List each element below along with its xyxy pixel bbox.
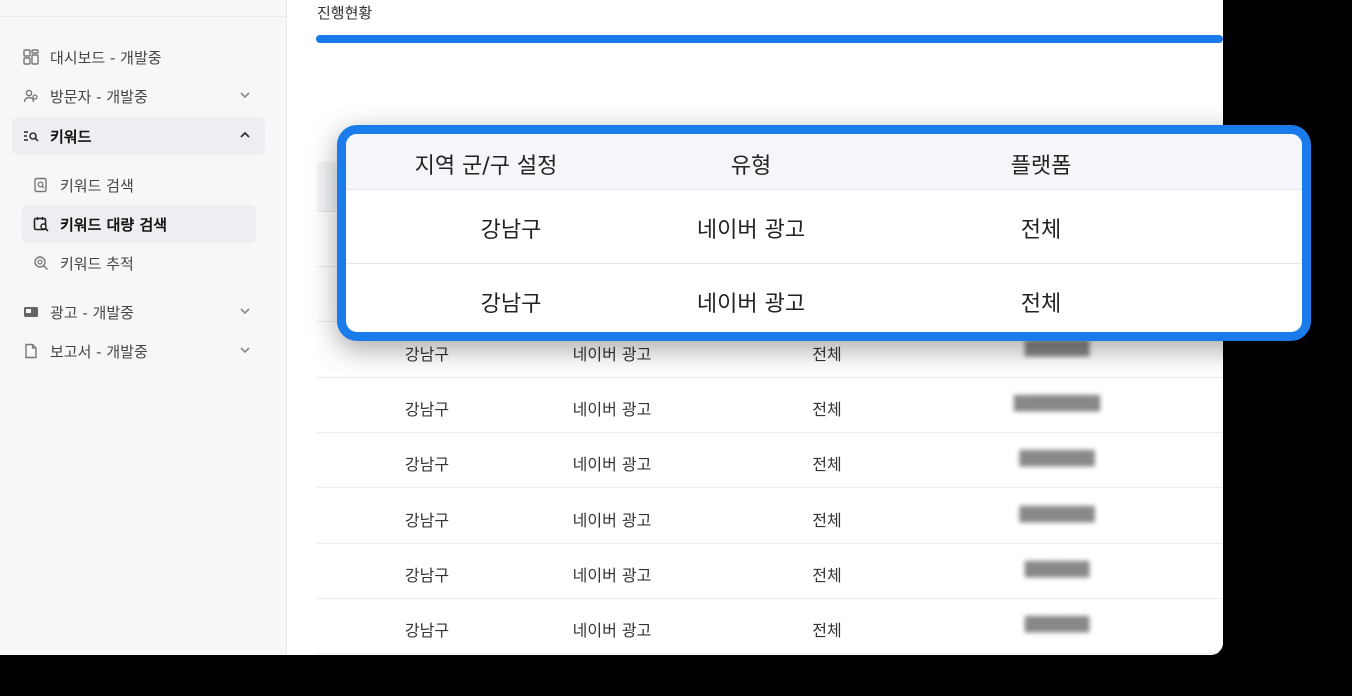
sidebar-item-keyword[interactable]: 키워드 xyxy=(12,117,265,155)
cell-region: 강남구 xyxy=(404,345,450,364)
cell-type: 네이버 광고 xyxy=(572,510,652,530)
dashboard-icon xyxy=(22,48,40,66)
keyword-search-icon xyxy=(22,127,40,145)
sidebar-item-visitors[interactable]: 방문자 - 개발중 xyxy=(12,77,265,115)
zoom-table-row: 강남구 네이버 광고 전체 xyxy=(346,190,1302,264)
sidebar-item-label: 대시보드 - 개발중 xyxy=(50,48,162,67)
cell-type: 네이버 광고 xyxy=(572,455,652,475)
cell-platform: 전체 xyxy=(812,621,842,640)
cell-type: 네이버 광고 xyxy=(572,565,652,585)
cell-region: 강남구 xyxy=(404,621,450,640)
cell-platform: 전체 xyxy=(1020,292,1062,317)
table-row[interactable]: 강남구 네이버 광고 전체 ██████ xyxy=(317,599,1223,654)
cell-region: 강남구 xyxy=(404,455,450,475)
sidebar-item-label: 키워드 xyxy=(50,127,92,146)
table-row[interactable]: 강남구 네이버 광고 전체 ███████ xyxy=(317,433,1223,489)
chevron-up-icon xyxy=(240,131,250,138)
cell-region: 강남구 xyxy=(480,218,542,243)
cell-keyword: ███████ xyxy=(1019,506,1095,523)
document-icon xyxy=(22,342,40,360)
cell-platform: 전체 xyxy=(812,345,842,364)
cell-platform: 전체 xyxy=(812,400,842,420)
zoom-table-header: 지역 군/구 설정 유형 플랫폼 xyxy=(346,134,1302,190)
table-row[interactable]: 강남구 네이버 광고 전체 ███████ xyxy=(317,489,1223,544)
sidebar-subitem-label: 키워드 추적 xyxy=(60,254,134,273)
zoom-table-row: 강남구 네이버 광고 전체 xyxy=(346,264,1302,332)
ad-icon xyxy=(22,303,40,321)
cell-type: 네이버 광고 xyxy=(572,345,652,364)
cell-region: 강남구 xyxy=(404,565,450,585)
cell-platform: 전체 xyxy=(1020,218,1062,243)
sidebar-item-label: 보고서 - 개발중 xyxy=(50,342,148,361)
cell-keyword: ███████ xyxy=(1019,451,1095,468)
sidebar-divider xyxy=(0,16,287,17)
cell-keyword: ██████ xyxy=(1024,341,1090,357)
cell-platform: 전체 xyxy=(812,510,842,530)
header-platform: 플랫폼 xyxy=(1010,154,1072,179)
progress-fill xyxy=(316,35,1223,43)
cell-keyword: ██████ xyxy=(1024,617,1090,633)
sidebar-subitem-keyword-search[interactable]: 키워드 검색 xyxy=(22,166,256,204)
sidebar-item-reports[interactable]: 보고서 - 개발중 xyxy=(12,332,265,370)
sidebar-subitem-label: 키워드 검색 xyxy=(60,176,134,195)
cell-type: 네이버 광고 xyxy=(696,292,806,317)
zoom-icon xyxy=(32,254,50,272)
sidebar-item-label: 방문자 - 개발중 xyxy=(50,87,148,106)
cell-type: 네이버 광고 xyxy=(572,621,652,640)
sidebar: 대시보드 - 개발중 방문자 - 개발중 키워드 키워드 검색 키워드 대량 검… xyxy=(0,0,287,655)
sidebar-subitem-keyword-tracking[interactable]: 키워드 추적 xyxy=(22,244,256,282)
users-icon xyxy=(22,87,40,105)
cell-platform: 전체 xyxy=(812,455,842,475)
highlight-zoom-card: 지역 군/구 설정 유형 플랫폼 강남구 네이버 광고 전체 강남구 네이버 광… xyxy=(337,125,1311,341)
search-doc-icon xyxy=(32,176,50,194)
cell-platform: 전체 xyxy=(812,565,842,585)
cell-keyword: ████████ xyxy=(1013,396,1101,413)
cell-keyword: ██████ xyxy=(1024,561,1090,578)
chevron-down-icon xyxy=(240,308,250,315)
chevron-down-icon xyxy=(240,92,250,99)
cell-region: 강남구 xyxy=(404,510,450,530)
table-row[interactable]: 강남구 네이버 광고 전체 ████████ xyxy=(317,378,1223,434)
sidebar-item-ads[interactable]: 광고 - 개발중 xyxy=(12,293,265,331)
sidebar-item-label: 광고 - 개발중 xyxy=(50,303,134,322)
sidebar-subitem-label: 키워드 대량 검색 xyxy=(60,215,168,234)
calendar-search-icon xyxy=(32,215,50,233)
cell-region: 강남구 xyxy=(404,400,450,420)
table-row[interactable]: 강남구 네이버 광고 전체 ██████ xyxy=(317,544,1223,599)
cell-type: 네이버 광고 xyxy=(696,218,806,243)
progress-bar xyxy=(316,35,1223,43)
sidebar-item-dashboard[interactable]: 대시보드 - 개발중 xyxy=(12,38,265,76)
chevron-down-icon xyxy=(240,347,250,354)
header-region: 지역 군/구 설정 xyxy=(414,154,558,179)
header-type: 유형 xyxy=(730,154,772,179)
cell-region: 강남구 xyxy=(480,292,542,317)
sidebar-subitem-keyword-bulk-search[interactable]: 키워드 대량 검색 xyxy=(22,205,256,243)
progress-title: 진행현황 xyxy=(317,4,373,22)
cell-type: 네이버 광고 xyxy=(572,400,652,420)
